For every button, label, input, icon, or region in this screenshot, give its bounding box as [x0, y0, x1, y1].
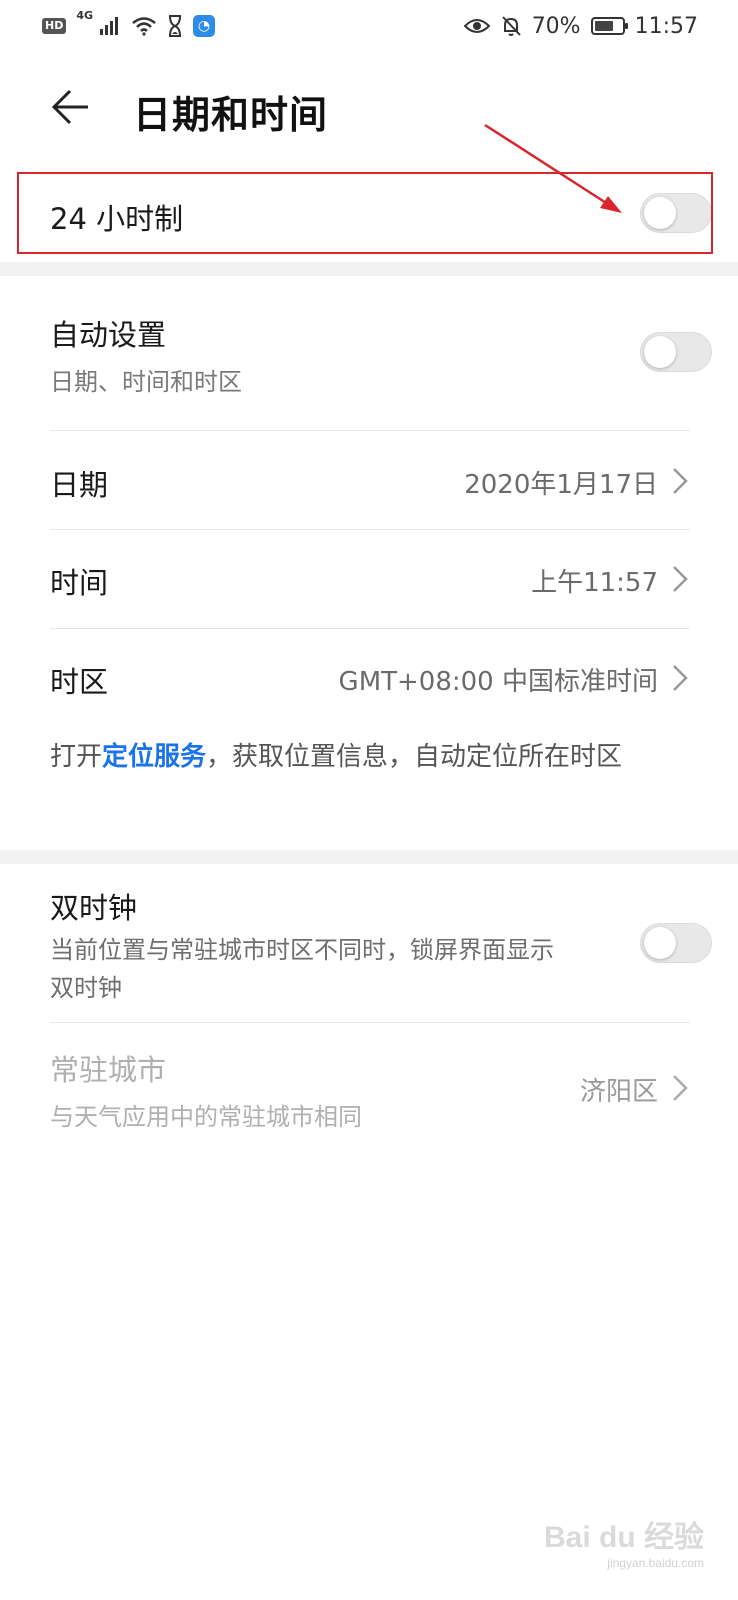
divider: [50, 529, 690, 530]
network-type: 4G: [76, 9, 94, 22]
chevron-right-icon: [673, 665, 688, 691]
location-service-note: 打开定位服务，获取位置信息，自动定位所在时区: [50, 736, 670, 778]
chevron-right-icon: [673, 1075, 688, 1101]
time-row[interactable]: 时间 上午11:57: [50, 560, 690, 600]
watermark-sub: jingyan.baidu.com: [607, 1556, 704, 1570]
date-row[interactable]: 日期 2020年1月17日: [50, 462, 690, 502]
divider: [50, 430, 690, 431]
date-value: 2020年1月17日: [464, 470, 658, 500]
app-bar: 日期和时间: [0, 62, 738, 152]
divider: [50, 1022, 690, 1023]
hd-icon: HD: [42, 18, 67, 34]
time-value: 上午11:57: [531, 568, 658, 598]
toggle-knob: [644, 927, 676, 959]
hour24-row[interactable]: 24 小时制: [50, 193, 712, 236]
dual-clock-row[interactable]: 双时钟 当前位置与常驻城市时区不同时，锁屏界面显示双时钟: [50, 885, 712, 1002]
back-arrow-icon[interactable]: [50, 86, 92, 128]
battery-percent: 70%: [531, 13, 581, 39]
status-right: 70% 11:57: [463, 13, 698, 39]
date-time-settings-screen: HD 4G ◔ 70% 11:57 日期和时间 24 小时制 自动设置 日期、时…: [0, 0, 738, 1600]
chevron-right-icon: [673, 566, 688, 592]
status-time: 11:57: [634, 13, 698, 39]
signal-icon: [100, 17, 119, 35]
eye-comfort-icon: [463, 19, 490, 33]
divider: [50, 628, 690, 629]
auto-setting-label: 自动设置: [50, 318, 167, 352]
dual-clock-subtitle: 当前位置与常驻城市时区不同时，锁屏界面显示双时钟: [50, 936, 554, 1002]
home-city-row[interactable]: 常驻城市 与天气应用中的常驻城市相同 济阳区: [50, 1047, 690, 1131]
home-city-value: 济阳区: [579, 1077, 658, 1107]
watermark-main: Bai du 经验: [543, 1521, 704, 1554]
section-gap: [0, 262, 738, 276]
app-notification-icon: ◔: [193, 15, 216, 37]
hour24-toggle[interactable]: [640, 193, 712, 233]
mute-bell-icon: [501, 16, 521, 36]
hour24-label: 24 小时制: [50, 202, 184, 236]
timezone-row[interactable]: 时区 GMT+08:00 中国标准时间: [50, 659, 690, 699]
dual-clock-label: 双时钟: [50, 891, 138, 925]
toggle-knob: [644, 336, 676, 368]
wifi-icon: [132, 17, 156, 36]
battery-level: [594, 21, 613, 31]
auto-setting-subtitle: 日期、时间和时区: [50, 368, 242, 396]
status-bar: HD 4G ◔ 70% 11:57: [0, 0, 738, 52]
hourglass-icon: [169, 15, 182, 37]
dual-clock-toggle[interactable]: [640, 923, 712, 963]
page-title: 日期和时间: [133, 93, 329, 137]
auto-setting-row[interactable]: 自动设置 日期、时间和时区: [50, 312, 712, 396]
status-left: HD 4G ◔: [42, 9, 216, 37]
location-service-link[interactable]: 定位服务: [102, 742, 206, 772]
auto-setting-toggle[interactable]: [640, 332, 712, 372]
battery-icon: [590, 17, 628, 35]
baidu-jingyan-watermark: Bai du 经验 jingyan.baidu.com: [544, 1512, 704, 1570]
toggle-knob: [644, 197, 676, 229]
note-suffix: ，获取位置信息，自动定位所在时区: [206, 742, 623, 772]
section-gap: [0, 850, 738, 864]
chevron-right-icon: [673, 468, 688, 494]
note-prefix: 打开: [50, 742, 103, 772]
timezone-value: GMT+08:00 中国标准时间: [338, 667, 658, 697]
